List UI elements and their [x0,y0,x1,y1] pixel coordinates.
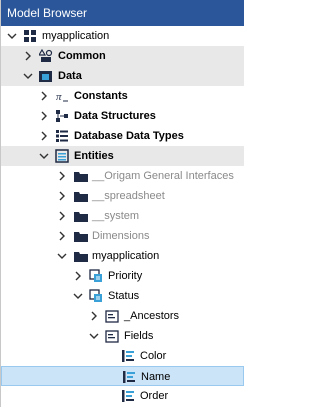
model-tree: myapplication Common Data π Constants Data St… [1,26,244,406]
tree-node-label: Common [58,50,106,62]
entity-icon [89,289,103,303]
collapse-arrow-icon[interactable] [89,326,99,346]
tree-node-label: __spreadsheet [92,190,165,202]
collapse-arrow-icon[interactable] [7,26,17,46]
folder-icon [73,249,88,263]
database-types-icon [55,129,69,143]
tree-node[interactable]: Database Data Types [1,126,244,146]
tree-node[interactable]: __spreadsheet [1,186,244,206]
constants-icon: π [55,89,69,103]
panel-title: Model Browser [1,0,244,26]
field-icon [121,389,135,403]
tree-node[interactable]: __Origam General Interfaces [1,166,244,186]
folder-icon [73,209,88,223]
tree-node[interactable]: Common [1,46,244,66]
package-icon [23,29,37,43]
tree-node-label: Fields [124,330,154,342]
data-folder-icon [39,69,53,83]
tree-node-label: Color [140,350,167,362]
model-browser-panel: Model Browser myapplication Common Data π Co… [0,0,244,407]
tree-node[interactable]: __system [1,206,244,226]
entity-icon [89,269,103,283]
expand-arrow-icon[interactable] [23,46,33,66]
tree-node[interactable]: _Ancestors [1,306,244,326]
tree-node-label: Constants [74,90,128,102]
folder-icon [73,169,88,183]
collapse-arrow-icon[interactable] [23,66,33,86]
tree-node[interactable]: Dimensions [1,226,244,246]
tree-node-label: Status [108,290,140,302]
tree-node-label: Order [140,390,169,402]
tree-node-label: myapplication [42,30,110,42]
tree-node[interactable]: Color [1,346,244,366]
tree-node-label: Database Data Types [74,130,184,142]
entities-icon [55,149,69,163]
tree-node[interactable]: Name [1,366,244,386]
field-icon [122,370,136,384]
tree-node-label: __system [92,210,140,222]
expand-arrow-icon[interactable] [57,166,67,186]
ancestors-folder-icon [105,309,119,323]
expand-arrow-icon[interactable] [89,306,99,326]
collapse-arrow-icon[interactable] [57,246,67,266]
tree-node-label: Name [141,371,171,383]
expand-arrow-icon[interactable] [57,186,67,206]
tree-node[interactable]: myapplication [1,26,244,46]
folder-icon [73,189,88,203]
collapse-arrow-icon[interactable] [73,286,83,306]
tree-node[interactable]: myapplication [1,246,244,266]
tree-node[interactable]: Data [1,66,244,86]
tree-node[interactable]: Entities [1,146,244,166]
tree-node-label: Dimensions [92,230,150,242]
tree-node-label: __Origam General Interfaces [92,170,234,182]
tree-node[interactable]: Fields [1,326,244,346]
shapes-icon [39,49,53,63]
data-structures-icon [55,109,69,123]
expand-arrow-icon[interactable] [39,106,49,126]
expand-arrow-icon[interactable] [39,126,49,146]
tree-node[interactable]: Status [1,286,244,306]
tree-node[interactable]: π Constants [1,86,244,106]
tree-node-label: Data Structures [74,110,156,122]
tree-node-label: Entities [74,150,114,162]
tree-node[interactable]: Priority [1,266,244,286]
tree-node-label: myapplication [92,250,160,262]
tree-node-label: _Ancestors [124,310,180,322]
field-icon [121,349,135,363]
expand-arrow-icon[interactable] [57,206,67,226]
expand-arrow-icon[interactable] [57,226,67,246]
tree-node[interactable]: Order [1,386,244,406]
collapse-arrow-icon[interactable] [39,146,49,166]
expand-arrow-icon[interactable] [73,266,83,286]
fields-folder-icon [105,329,119,343]
folder-icon [73,229,88,243]
expand-arrow-icon[interactable] [39,86,49,106]
tree-node-label: Priority [108,270,143,282]
svg-text:π: π [56,91,62,103]
tree-node-label: Data [58,70,82,82]
tree-node[interactable]: Data Structures [1,106,244,126]
